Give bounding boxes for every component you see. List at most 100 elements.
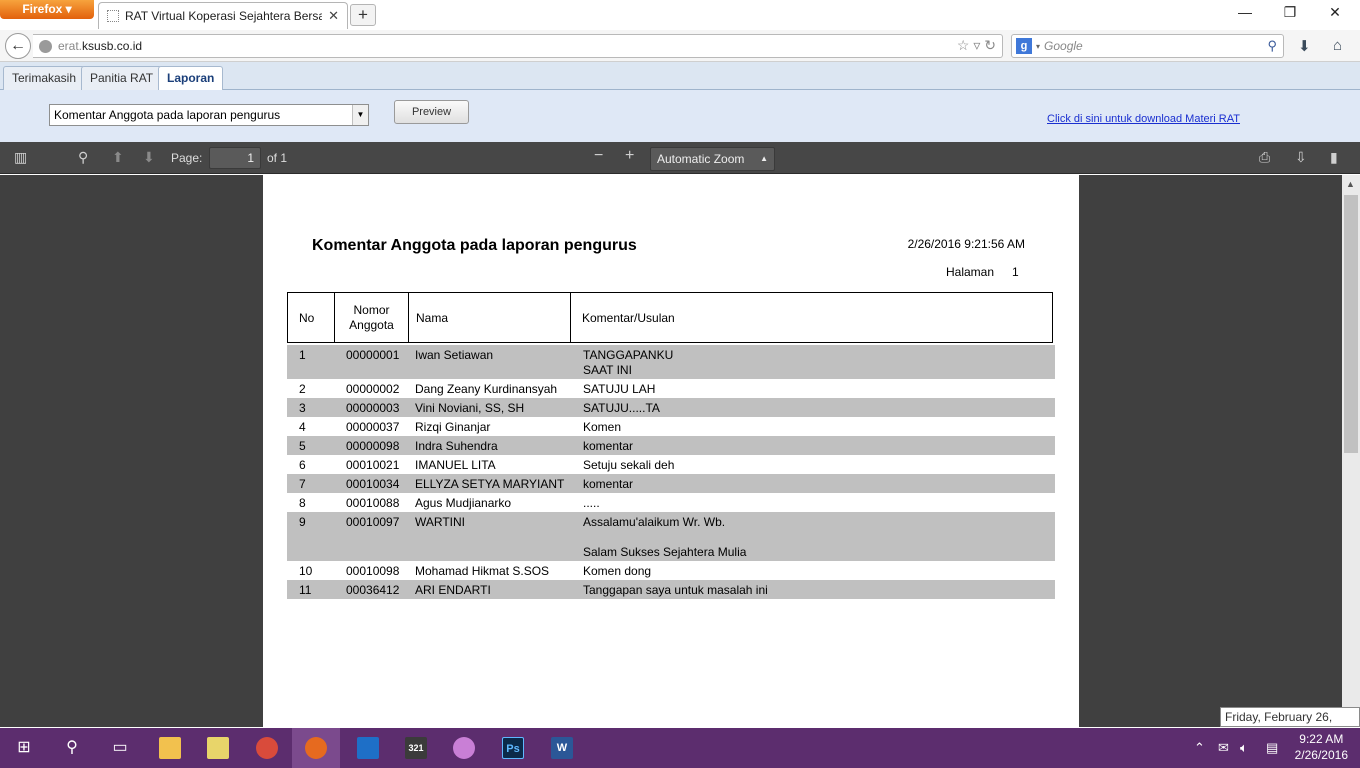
chevron-down-icon[interactable]: ▼	[352, 105, 368, 125]
cell-no: 5	[299, 439, 306, 453]
mail-tray-icon[interactable]: ✉	[1218, 728, 1229, 768]
tray-overflow-icon[interactable]: ⌃	[1194, 728, 1205, 768]
bookmark-star-icon[interactable]: ☆	[957, 37, 970, 53]
zoom-in-icon[interactable]: +	[625, 147, 634, 165]
previous-page-icon[interactable]: ⬆	[112, 149, 124, 166]
cell-no: 9	[299, 515, 306, 529]
word-icon[interactable]: W	[538, 728, 586, 768]
cell-komentar: .....	[583, 496, 600, 510]
next-page-icon[interactable]: ⬇	[143, 149, 155, 166]
cell-nama: Iwan Setiawan	[415, 348, 494, 362]
url-bar[interactable]: erat. ksusb.co.id ☆ ▿ ↻	[33, 34, 1003, 58]
photos-app-icon[interactable]	[194, 728, 242, 768]
browser-tab[interactable]: RAT Virtual Koperasi Sejahtera Bersama ✕	[98, 2, 348, 29]
cell-nama: ARI ENDARTI	[415, 583, 491, 597]
downloads-icon[interactable]: ⬇	[1298, 37, 1311, 55]
scrollbar-thumb[interactable]	[1344, 195, 1358, 453]
home-icon[interactable]: ⌂	[1333, 37, 1342, 54]
window-close-icon[interactable]: ✕	[1315, 4, 1355, 21]
game-app-icon[interactable]	[440, 728, 488, 768]
page-favicon-icon	[107, 10, 119, 22]
cell-komentar: komentar	[583, 477, 634, 491]
outlook-icon[interactable]	[344, 728, 392, 768]
col-header-no: No	[288, 293, 335, 342]
table-row: 2 00000002 Dang Zeany Kurdinansyah SATUJU L…	[287, 379, 1055, 398]
firefox-icon[interactable]	[292, 728, 340, 768]
pdf-viewer[interactable]: Komentar Anggota pada laporan pengurus 2…	[0, 175, 1360, 727]
scroll-up-icon[interactable]: ▲	[1346, 179, 1355, 189]
cell-no: 3	[299, 401, 306, 415]
cell-nomor: 00000037	[346, 420, 400, 434]
back-arrow-icon[interactable]: ←	[5, 33, 31, 59]
system-clock[interactable]: 9:22 AM 2/26/2016	[1295, 731, 1348, 763]
search-bar[interactable]: g ▾ Google ⚲	[1011, 34, 1284, 58]
minimize-icon[interactable]: —	[1225, 4, 1265, 20]
calendar-app-icon[interactable]: 321	[392, 728, 440, 768]
find-icon[interactable]: ⚲	[78, 149, 88, 166]
table-row: 1 00000001 Iwan Setiawan TANGGAPANKU SAAT I…	[287, 345, 1055, 379]
url-bar-actions: ☆ ▿ ↻	[957, 37, 996, 54]
bookmark-icon[interactable]: ▮	[1330, 149, 1338, 166]
action-center-icon[interactable]: ▤	[1266, 728, 1278, 768]
tab-laporan[interactable]: Laporan	[158, 66, 224, 91]
halaman-value: 1	[1012, 265, 1019, 279]
vertical-scrollbar[interactable]: ▲ ▼	[1342, 175, 1360, 727]
firefox-menu-button[interactable]: Firefox ▾	[0, 0, 94, 19]
url-subdomain: erat.	[58, 39, 83, 53]
preview-button[interactable]: Preview	[394, 100, 469, 124]
cell-no: 7	[299, 477, 306, 491]
search-icon[interactable]: ⚲	[1267, 38, 1277, 54]
sidebar-toggle-icon[interactable]: ▥	[14, 149, 27, 166]
report-type-select[interactable]: Komentar Anggota pada laporan pengurus ▼	[49, 104, 369, 126]
photoshop-icon[interactable]: Ps	[489, 728, 537, 768]
tab-terimakasih[interactable]: Terimakasih	[3, 66, 86, 90]
cell-nomor: 00000098	[346, 439, 400, 453]
download-pdf-icon[interactable]: ⇩	[1295, 149, 1307, 166]
url-domain: ksusb.co.id	[82, 39, 143, 53]
cell-komentar: Komen dong	[583, 564, 652, 578]
report-type-value: Komentar Anggota pada laporan pengurus	[54, 108, 281, 122]
new-tab-button[interactable]: +	[350, 4, 376, 26]
zoom-out-icon[interactable]: −	[594, 147, 603, 165]
cell-nomor: 00010098	[346, 564, 400, 578]
cell-no: 6	[299, 458, 306, 472]
report-page-number: Halaman 1	[946, 265, 1019, 279]
report-form-panel: Komentar Anggota pada laporan pengurus ▼…	[0, 90, 1360, 142]
tab-close-icon[interactable]: ✕	[328, 8, 339, 24]
history-dropdown-icon[interactable]: ▿	[973, 37, 980, 53]
file-explorer-icon[interactable]	[146, 728, 194, 768]
chrome-icon[interactable]	[243, 728, 291, 768]
start-windows-icon[interactable]: ⊞	[0, 728, 48, 768]
search-icon[interactable]: ⚲	[48, 728, 96, 768]
col-header-nama: Nama	[409, 293, 571, 342]
cell-nomor: 00000001	[346, 348, 400, 362]
cell-no: 4	[299, 420, 306, 434]
restore-icon[interactable]: ❐	[1270, 4, 1310, 21]
cell-nomor: 00036412	[346, 583, 400, 597]
calendar-badge: 321	[405, 736, 427, 759]
search-input[interactable]: Google	[1044, 39, 1267, 53]
print-icon[interactable]: ⎙	[1259, 149, 1270, 166]
cell-nomor: 00000002	[346, 382, 400, 396]
cell-komentar: Tanggapan saya untuk masalah ini	[583, 583, 768, 597]
zoom-select[interactable]: Automatic Zoom ▲▼	[650, 147, 775, 185]
cell-komentar: Assalamu'alaikum Wr. Wb. Salam Sukses Se…	[583, 515, 747, 559]
task-view-icon[interactable]: ▭	[96, 728, 144, 768]
engine-dropdown-icon[interactable]: ▾	[1036, 42, 1040, 51]
tab-title: RAT Virtual Koperasi Sejahtera Bersama	[125, 9, 323, 23]
report-title: Komentar Anggota pada laporan pengurus	[312, 237, 637, 254]
download-materi-link[interactable]: Click di sini untuk download Materi RAT	[1047, 113, 1240, 125]
table-row: 8 00010088 Agus Mudjianarko.....	[287, 493, 1055, 512]
volume-icon[interactable]: 🔈︎	[1240, 728, 1248, 768]
cell-nama: Rizqi Ginanjar	[415, 420, 491, 434]
cell-no: 8	[299, 496, 306, 510]
page-number-input[interactable]: 1	[209, 147, 261, 169]
navigation-bar: ← erat. ksusb.co.id ☆ ▿ ↻ g ▾ Google ⚲ ⬇ …	[0, 30, 1360, 62]
site-identity-icon[interactable]	[39, 39, 52, 53]
table-row: 6 00010021 IMANUEL LITA Setuju sekali deh	[287, 455, 1055, 474]
google-engine-icon[interactable]: g	[1016, 38, 1032, 54]
tab-panitia-rat[interactable]: Panitia RAT	[81, 66, 163, 90]
halaman-label: Halaman	[946, 265, 995, 279]
table-row: 3 00000003 Vini Noviani, SS, SH SATUJU.....…	[287, 398, 1055, 417]
reload-icon[interactable]: ↻	[984, 37, 996, 53]
